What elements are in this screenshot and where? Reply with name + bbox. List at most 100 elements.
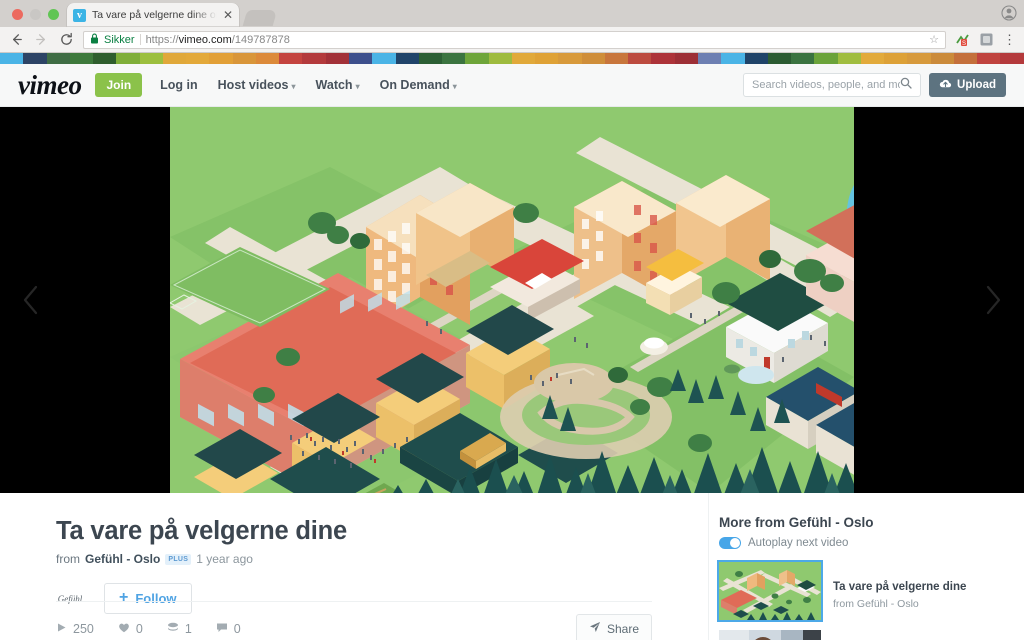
bookmark-item[interactable] xyxy=(604,53,629,64)
bookmark-item[interactable] xyxy=(814,53,838,64)
likes-stat[interactable]: 0 xyxy=(118,622,143,636)
related-videos-sidebar: More from Gefühl - Oslo Autoplay next vi… xyxy=(708,493,1024,640)
bookmark-item[interactable] xyxy=(837,53,861,64)
reload-icon[interactable] xyxy=(58,32,74,48)
join-button[interactable]: Join xyxy=(95,73,143,97)
extension-icon-1[interactable]: S xyxy=(955,32,970,47)
bookmark-item[interactable] xyxy=(674,53,698,64)
bookmark-item[interactable] xyxy=(767,53,792,64)
next-video-button[interactable] xyxy=(972,270,1012,330)
previous-video-button[interactable] xyxy=(12,270,52,330)
bookmark-item[interactable] xyxy=(511,53,536,64)
browser-menu-icon[interactable]: ⋮ xyxy=(1003,33,1016,46)
new-tab-button[interactable] xyxy=(242,10,278,26)
list-item[interactable]: Ta vare på velgerne dine from Gefühl - O… xyxy=(717,560,1008,622)
bookmark-star-icon[interactable]: ☆ xyxy=(929,33,939,46)
author-link[interactable]: Gefühl - Oslo xyxy=(85,552,160,566)
close-window-button[interactable] xyxy=(12,9,23,20)
maximize-window-button[interactable] xyxy=(48,9,59,20)
bookmarks-bar[interactable] xyxy=(0,53,1024,64)
extension-icon-2[interactable] xyxy=(979,32,994,47)
back-icon[interactable] xyxy=(8,32,24,48)
bookmark-item[interactable] xyxy=(162,53,187,64)
bookmark-item[interactable] xyxy=(348,53,373,64)
bookmark-item[interactable] xyxy=(418,53,443,64)
bookmark-item[interactable] xyxy=(279,53,303,64)
bookmark-item[interactable] xyxy=(1000,53,1024,64)
bookmark-item[interactable] xyxy=(697,53,722,64)
share-button[interactable]: Share xyxy=(575,614,652,640)
video-thumbnail[interactable] xyxy=(719,630,821,640)
bookmark-item[interactable] xyxy=(255,53,280,64)
bookmark-item[interactable] xyxy=(139,53,163,64)
chevron-down-icon: ▾ xyxy=(355,82,360,91)
vimeo-logo[interactable]: vimeo xyxy=(18,70,82,101)
on-demand-menu[interactable]: On Demand ▾ xyxy=(380,78,457,92)
bookmark-item[interactable] xyxy=(372,53,396,64)
bookmark-item[interactable] xyxy=(907,53,931,64)
host-videos-label: Host videos xyxy=(217,78,289,92)
comment-icon xyxy=(216,622,228,636)
url-host: vimeo.com xyxy=(178,33,232,46)
bookmark-item[interactable] xyxy=(0,53,24,64)
bookmark-item[interactable] xyxy=(325,53,349,64)
plus-badge: PLUS xyxy=(165,553,192,565)
bookmark-item[interactable] xyxy=(186,53,210,64)
comments-stat[interactable]: 0 xyxy=(216,622,241,636)
bookmark-item[interactable] xyxy=(465,53,489,64)
bookmark-item[interactable] xyxy=(442,53,466,64)
upload-label: Upload xyxy=(957,79,996,91)
bookmark-item[interactable] xyxy=(232,53,256,64)
list-item[interactable] xyxy=(719,630,1008,640)
bookmark-item[interactable] xyxy=(581,53,605,64)
minimize-window-button[interactable] xyxy=(30,9,41,20)
url-text: https://vimeo.com/149787878 xyxy=(146,34,290,46)
plays-stat[interactable]: 250 xyxy=(56,622,94,636)
close-icon[interactable]: ✕ xyxy=(223,9,233,21)
bookmark-item[interactable] xyxy=(93,53,117,64)
video-frame[interactable] xyxy=(170,107,854,493)
bookmark-item[interactable] xyxy=(860,53,885,64)
host-videos-menu[interactable]: Host videos ▾ xyxy=(218,78,296,92)
browser-chrome: v Ta vare på velgerne dine on Vi ✕ xyxy=(0,0,1024,64)
autoplay-row[interactable]: Autoplay next video xyxy=(719,537,1008,549)
video-player[interactable] xyxy=(0,107,1024,493)
autoplay-toggle[interactable] xyxy=(719,537,741,549)
bookmark-item[interactable] xyxy=(46,53,70,64)
video-thumbnail[interactable] xyxy=(717,560,823,622)
bookmark-item[interactable] xyxy=(744,53,768,64)
bookmark-item[interactable] xyxy=(535,53,559,64)
bookmark-item[interactable] xyxy=(395,53,419,64)
bookmark-item[interactable] xyxy=(209,53,233,64)
forward-icon xyxy=(33,32,49,48)
search-input[interactable] xyxy=(752,79,901,91)
bookmark-item[interactable] xyxy=(930,53,954,64)
bookmark-item[interactable] xyxy=(302,53,326,64)
bookmark-item[interactable] xyxy=(884,53,908,64)
on-demand-label: On Demand xyxy=(379,78,450,92)
login-link[interactable]: Log in xyxy=(160,78,198,92)
bookmark-item[interactable] xyxy=(791,53,815,64)
bookmark-item[interactable] xyxy=(488,53,512,64)
browser-tab-active[interactable]: v Ta vare på velgerne dine on Vi ✕ xyxy=(67,3,239,27)
bookmark-item[interactable] xyxy=(23,53,47,64)
upload-button[interactable]: Upload xyxy=(929,73,1006,97)
bookmark-item[interactable] xyxy=(721,53,745,64)
search-icon[interactable] xyxy=(900,76,912,94)
collections-stat[interactable]: 1 xyxy=(167,622,192,636)
profile-avatar-icon[interactable] xyxy=(1000,4,1018,22)
search-box[interactable] xyxy=(743,73,922,97)
bookmark-item[interactable] xyxy=(651,53,675,64)
bookmark-item[interactable] xyxy=(953,53,978,64)
watch-menu[interactable]: Watch ▾ xyxy=(316,78,360,92)
comments-count: 0 xyxy=(233,621,241,636)
bookmark-item[interactable] xyxy=(628,53,652,64)
vimeo-favicon: v xyxy=(73,8,86,22)
bookmark-item[interactable] xyxy=(116,53,140,64)
address-bar[interactable]: Sikker https://vimeo.com/149787878 ☆ xyxy=(83,30,946,49)
bookmark-item[interactable] xyxy=(558,53,582,64)
bookmark-item[interactable] xyxy=(69,53,94,64)
page-title: Ta vare på velgerne dine xyxy=(56,517,347,545)
video-illustration xyxy=(170,107,854,493)
bookmark-item[interactable] xyxy=(977,53,1001,64)
